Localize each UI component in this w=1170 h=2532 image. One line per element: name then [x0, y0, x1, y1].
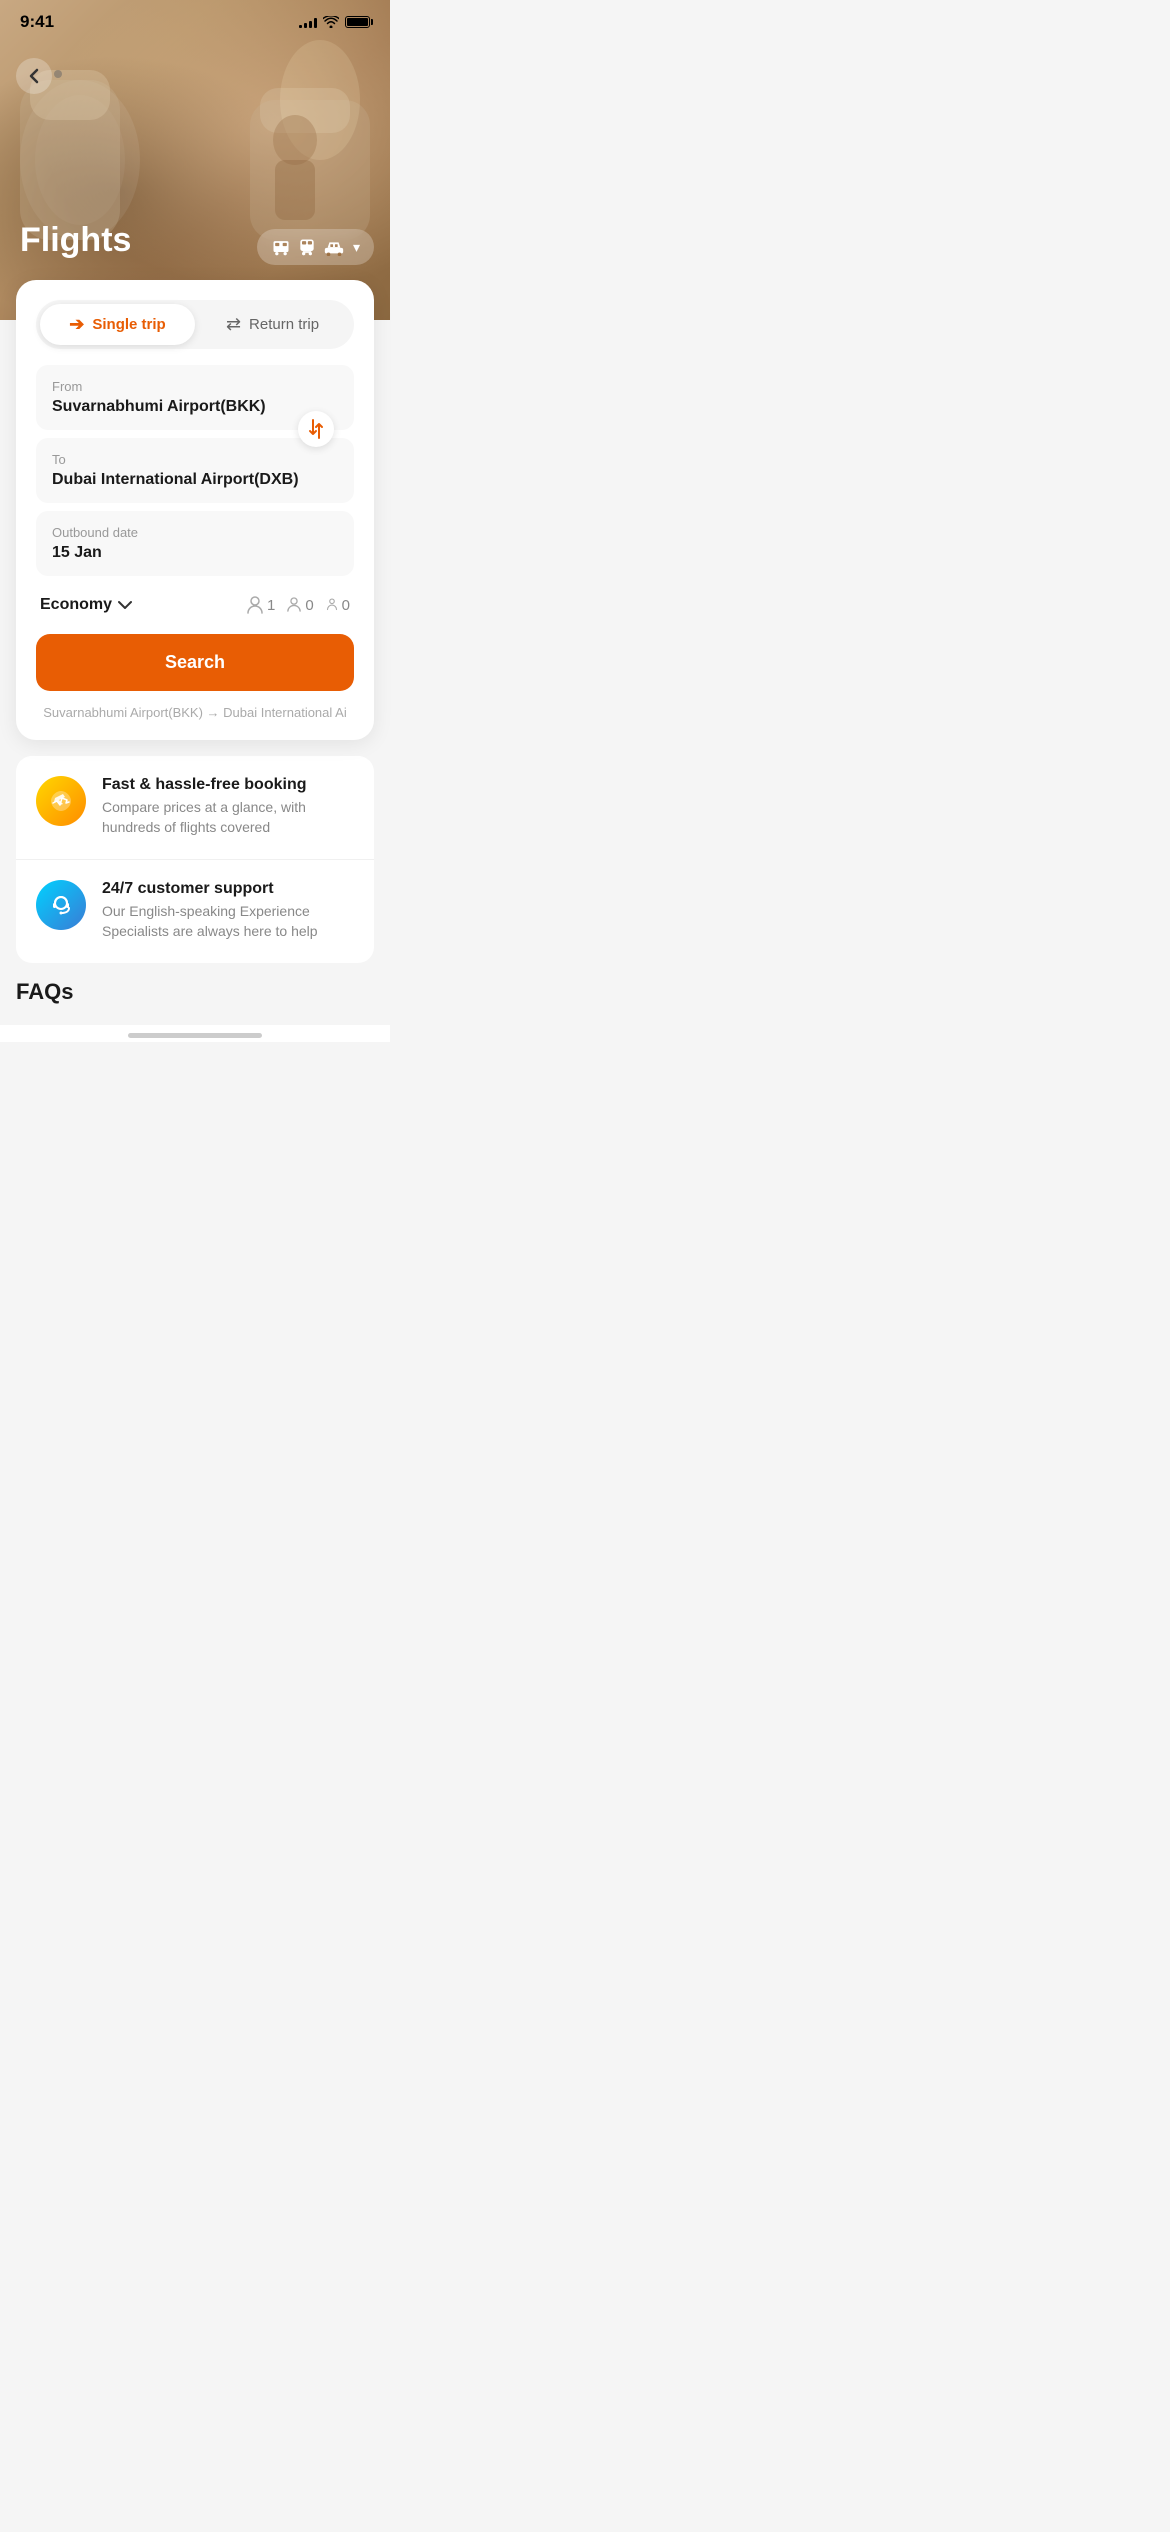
feature-desc-support: Our English-speaking Experience Speciali…	[102, 902, 354, 941]
hero-section: 9:41 Fl	[0, 0, 390, 320]
transport-selector[interactable]: ▾	[257, 229, 374, 265]
adult-icon	[247, 596, 263, 614]
adults-value: 1	[267, 597, 275, 614]
route-hint: Suvarnabhumi Airport(BKK) → Dubai Intern…	[36, 705, 354, 720]
main-search-card: ➔ Single trip ⇄ Return trip From Suvarna…	[16, 280, 374, 740]
return-trip-icon: ⇄	[226, 314, 241, 335]
transport-icons	[271, 237, 345, 257]
feature-title-support: 24/7 customer support	[102, 880, 354, 898]
from-to-wrapper: From Suvarnabhumi Airport(BKK) To Dubai …	[36, 365, 354, 503]
features-section: Fast & hassle-free booking Compare price…	[16, 756, 374, 963]
back-button[interactable]	[16, 58, 52, 94]
transport-chevron-icon: ▾	[353, 239, 360, 256]
trip-toggle: ➔ Single trip ⇄ Return trip	[36, 300, 354, 349]
from-label: From	[52, 379, 338, 394]
page-indicator	[54, 70, 62, 78]
class-label: Economy	[40, 596, 112, 614]
wifi-icon	[323, 16, 339, 28]
feature-content-support: 24/7 customer support Our English-speaki…	[102, 880, 354, 941]
infants-value: 0	[342, 597, 350, 614]
features-wrapper: Fast & hassle-free booking Compare price…	[16, 756, 374, 963]
home-bar	[128, 1033, 262, 1038]
status-bar: 9:41	[0, 0, 390, 44]
feature-content-booking: Fast & hassle-free booking Compare price…	[102, 776, 354, 837]
infants-count: 0	[326, 597, 350, 614]
car-icon	[323, 238, 345, 256]
date-field[interactable]: Outbound date 15 Jan	[36, 511, 354, 576]
feature-icon-booking	[36, 776, 86, 826]
hero-illustration	[0, 0, 390, 320]
to-field[interactable]: To Dubai International Airport(DXB)	[36, 438, 354, 503]
search-button[interactable]: Search	[36, 634, 354, 691]
swap-icon	[308, 419, 324, 439]
to-label: To	[52, 452, 338, 467]
class-chevron-icon	[118, 600, 132, 610]
home-indicator	[0, 1025, 390, 1042]
page-title: Flights	[20, 221, 131, 260]
swap-button[interactable]	[298, 411, 334, 447]
from-value: Suvarnabhumi Airport(BKK)	[52, 398, 338, 416]
date-value: 15 Jan	[52, 544, 338, 562]
status-icons	[299, 16, 370, 28]
headset-icon	[47, 891, 75, 919]
feature-desc-booking: Compare prices at a glance, with hundred…	[102, 798, 354, 837]
children-value: 0	[305, 597, 313, 614]
class-selector[interactable]: Economy	[40, 596, 132, 614]
plane-icon	[47, 787, 75, 815]
date-label: Outbound date	[52, 525, 338, 540]
signal-icon	[299, 16, 317, 28]
children-count: 0	[287, 597, 313, 614]
faqs-section: FAQs	[16, 979, 374, 1025]
return-trip-label: Return trip	[249, 316, 319, 333]
to-value: Dubai International Airport(DXB)	[52, 471, 338, 489]
status-time: 9:41	[20, 12, 54, 32]
child-icon	[287, 597, 301, 613]
passengers-display: 1 0 0	[247, 596, 350, 614]
feature-card-booking: Fast & hassle-free booking Compare price…	[16, 756, 374, 857]
feature-title-booking: Fast & hassle-free booking	[102, 776, 354, 794]
feature-icon-support	[36, 880, 86, 930]
faqs-title: FAQs	[16, 979, 73, 1004]
single-trip-label: Single trip	[92, 316, 165, 333]
options-row: Economy 1 0	[36, 584, 354, 626]
feature-card-support: 24/7 customer support Our English-speaki…	[16, 860, 374, 961]
infant-icon	[326, 598, 338, 612]
return-trip-option[interactable]: ⇄ Return trip	[195, 304, 350, 345]
adults-count: 1	[247, 596, 275, 614]
battery-icon	[345, 16, 370, 28]
bus-icon	[271, 237, 291, 257]
single-trip-option[interactable]: ➔ Single trip	[40, 304, 195, 345]
train-icon	[297, 237, 317, 257]
single-trip-icon: ➔	[69, 314, 84, 335]
